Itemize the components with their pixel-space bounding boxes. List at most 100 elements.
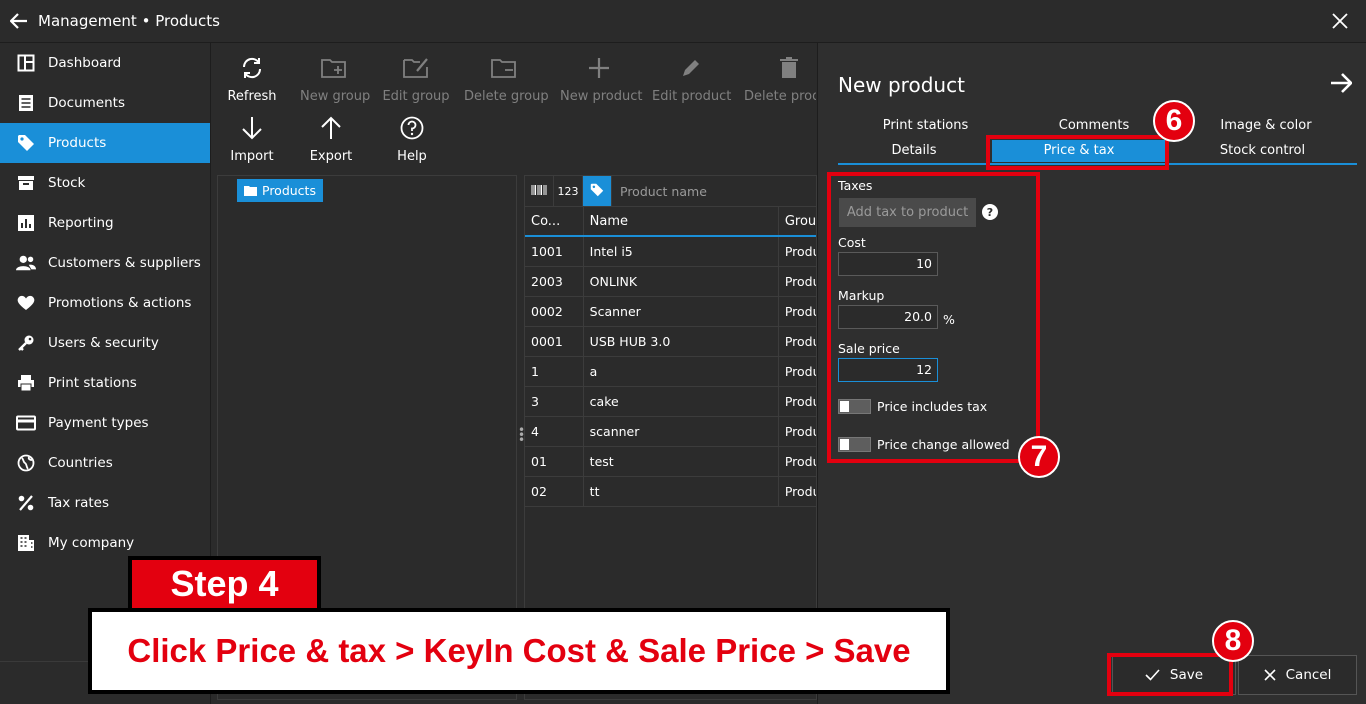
table-row[interactable]: 0001USB HUB 3.0Products [525,327,816,357]
heart-icon [16,293,36,313]
cell-group: Products [779,297,816,326]
delete-group-button[interactable]: Delete group [464,53,549,104]
pencil-icon [652,53,730,83]
sidebar-item-documents[interactable]: Documents [0,83,210,123]
arrow-up-icon [303,113,359,143]
table-row[interactable]: 2003ONLINKProducts [525,267,816,297]
table-row[interactable]: 02ttProducts [525,477,816,507]
cell-code: 3 [525,387,584,416]
grid-body: 1001Intel i5Products 2003ONLINKProducts … [525,237,816,507]
sidebar-item-stock[interactable]: Stock [0,163,210,203]
highlight-save-button [1107,653,1233,696]
close-icon[interactable] [1332,10,1348,34]
globe-icon [16,453,36,473]
new-group-label: New group [300,89,371,104]
export-button[interactable]: Export [303,113,359,164]
dashboard-icon [16,53,36,73]
cell-code: 4 [525,417,584,446]
grid-search-bar: 123 Product name [525,176,816,207]
table-row[interactable]: 4scannerProducts [525,417,816,447]
help-button[interactable]: Help [384,113,440,164]
plus-icon [560,53,638,83]
back-arrow-icon[interactable] [0,0,38,43]
delete-folder-icon [464,53,544,83]
tab-stock-control[interactable]: Stock control [1168,140,1357,162]
cell-group: Products [779,357,816,386]
delete-product-button[interactable]: Delete product [744,53,816,104]
cell-name: test [584,447,779,476]
name-search-button[interactable] [583,176,612,206]
cancel-label: Cancel [1285,667,1332,683]
barcode-search-button[interactable] [525,176,554,206]
sidebar-item-countries[interactable]: Countries [0,443,210,483]
sidebar-item-label: Stock [48,175,86,191]
sidebar-item-payment-types[interactable]: Payment types [0,403,210,443]
sidebar-item-label: Payment types [48,415,149,431]
sidebar-item-print-stations[interactable]: Print stations [0,363,210,403]
step-badge-8: 8 [1212,620,1254,662]
refresh-icon [224,53,280,83]
sidebar-item-label: Documents [48,95,125,111]
cell-name: Scanner [584,297,779,326]
code-search-button[interactable]: 123 [554,176,583,206]
sidebar-item-users[interactable]: Users & security [0,323,210,363]
cell-code: 1001 [525,237,584,266]
step-badge-7: 7 [1018,436,1060,478]
sidebar-item-customers[interactable]: Customers & suppliers [0,243,210,283]
tab-details[interactable]: Details [838,140,990,162]
table-row[interactable]: 1001Intel i5Products [525,237,816,267]
sidebar-item-products[interactable]: Products [0,123,210,163]
table-row[interactable]: 0002ScannerProducts [525,297,816,327]
edit-group-button[interactable]: Edit group [382,53,450,104]
column-header-group[interactable]: Grou [779,207,816,235]
product-search-input[interactable]: Product name [612,184,707,199]
column-header-code[interactable]: Co... [525,207,584,235]
cell-name: cake [584,387,779,416]
cell-group: Products [779,417,816,446]
sidebar-item-label: Customers & suppliers [48,255,201,271]
tree-node-products[interactable]: Products [237,179,323,202]
arrow-right-icon[interactable] [1330,71,1353,99]
key-icon [16,333,36,353]
import-button[interactable]: Import [224,113,280,164]
percent-icon [16,493,36,513]
sidebar-item-dashboard[interactable]: Dashboard [0,43,210,83]
building-icon [16,533,36,553]
table-row[interactable]: 1aProducts [525,357,816,387]
sidebar-item-label: Users & security [48,335,159,351]
refresh-button[interactable]: Refresh [224,53,280,104]
cell-group: Products [779,267,816,296]
sidebar-item-label: Products [48,135,107,151]
panel-title: New product [838,73,965,97]
sidebar-item-label: Dashboard [48,55,122,71]
cell-name: a [584,357,779,386]
delete-group-label: Delete group [464,89,549,104]
sidebar-item-promotions[interactable]: Promotions & actions [0,283,210,323]
sidebar-item-tax-rates[interactable]: Tax rates [0,483,210,523]
tab-print-stations[interactable]: Print stations [838,115,1013,137]
new-group-button[interactable]: New group [300,53,371,104]
trash-icon [744,53,816,83]
edit-product-button[interactable]: Edit product [652,53,731,104]
tab-image-color[interactable]: Image & color [1180,115,1352,137]
table-row[interactable]: 01testProducts [525,447,816,477]
column-header-name[interactable]: Name [584,207,779,235]
new-product-button[interactable]: New product [560,53,643,104]
close-icon [1264,669,1276,681]
cell-code: 0002 [525,297,584,326]
cancel-button[interactable]: Cancel [1238,655,1357,695]
sidebar-item-reporting[interactable]: Reporting [0,203,210,243]
edit-folder-icon [382,53,450,83]
panel-splitter[interactable]: • • • [518,424,525,446]
folder-icon [244,185,257,196]
people-icon [16,253,36,273]
new-product-label: New product [560,89,643,104]
new-folder-icon [300,53,368,83]
documents-icon [16,93,36,113]
help-label: Help [397,149,427,164]
card-icon [16,413,36,433]
refresh-label: Refresh [227,89,277,104]
table-row[interactable]: 3cakeProducts [525,387,816,417]
sidebar-item-label: My company [48,535,135,551]
app-window: Management • Products Dashboard Document… [0,0,1366,704]
